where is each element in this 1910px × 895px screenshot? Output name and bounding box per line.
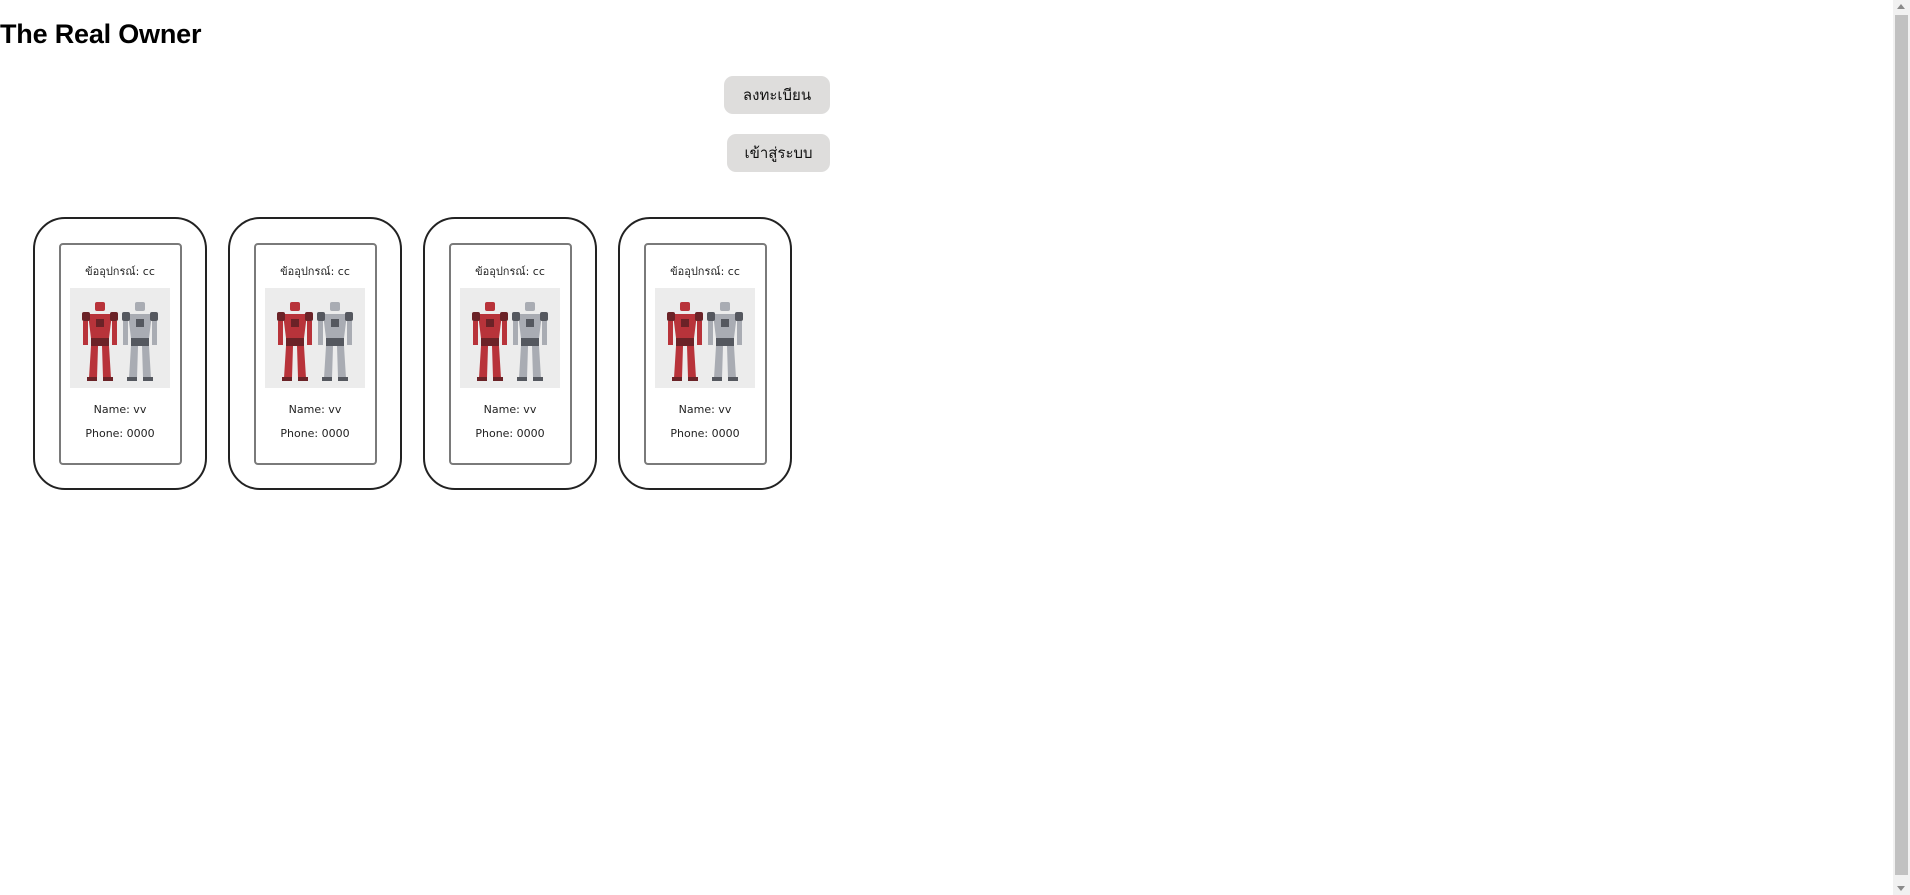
device-card-inner: ข้ออุปกรณ์: cc Name: vv Phone: 0000 (643, 242, 767, 465)
owner-name-label: Name: vv (483, 402, 537, 416)
owner-phone-label: Phone: 0000 (670, 426, 740, 440)
robot-figures-image (265, 287, 365, 388)
register-button[interactable]: ลงทะเบียน (724, 76, 830, 114)
device-info-label: ข้ออุปกรณ์: cc (670, 264, 740, 278)
device-card-inner: ข้ออุปกรณ์: cc Name: vv Phone: 0000 (58, 242, 182, 465)
device-card: ข้ออุปกรณ์: cc Name: vv Phone: 0000 (33, 217, 207, 490)
login-button[interactable]: เข้าสู่ระบบ (727, 134, 830, 172)
scroll-up-arrow-icon[interactable] (1897, 4, 1905, 9)
robot-figures-image (655, 287, 755, 388)
owner-name-label: Name: vv (288, 402, 342, 416)
device-card-inner: ข้ออุปกรณ์: cc Name: vv Phone: 0000 (253, 242, 377, 465)
owner-phone-label: Phone: 0000 (280, 426, 350, 440)
vertical-scrollbar[interactable] (1893, 0, 1910, 895)
device-card-inner: ข้ออุปกรณ์: cc Name: vv Phone: 0000 (448, 242, 572, 465)
device-info-label: ข้ออุปกรณ์: cc (475, 264, 545, 278)
scrollbar-thumb[interactable] (1895, 15, 1908, 875)
device-card-list: ข้ออุปกรณ์: cc Name: vv Phone: 0000 ข้ออ… (33, 217, 792, 490)
device-info-label: ข้ออุปกรณ์: cc (85, 264, 155, 278)
device-card: ข้ออุปกรณ์: cc Name: vv Phone: 0000 (618, 217, 792, 490)
device-card: ข้ออุปกรณ์: cc Name: vv Phone: 0000 (228, 217, 402, 490)
scroll-down-arrow-icon[interactable] (1897, 886, 1905, 891)
device-info-label: ข้ออุปกรณ์: cc (280, 264, 350, 278)
robot-figures-image (460, 287, 560, 388)
site-title: The Real Owner (0, 19, 202, 49)
owner-phone-label: Phone: 0000 (475, 426, 545, 440)
owner-phone-label: Phone: 0000 (85, 426, 155, 440)
device-card: ข้ออุปกรณ์: cc Name: vv Phone: 0000 (423, 217, 597, 490)
robot-figures-image (70, 287, 170, 388)
owner-name-label: Name: vv (93, 402, 147, 416)
page: The Real Owner ลงทะเบียน เข้าสู่ระบบ ข้อ… (0, 0, 1910, 895)
owner-name-label: Name: vv (678, 402, 732, 416)
